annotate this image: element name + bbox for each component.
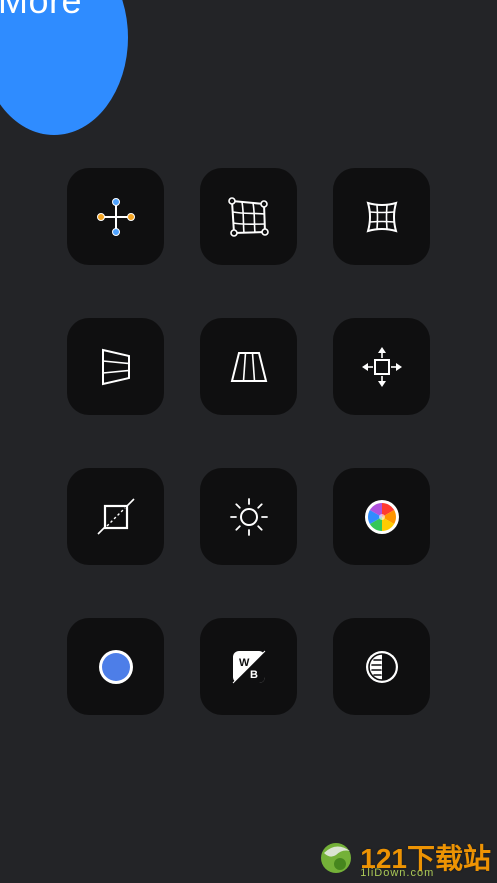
mesh-warp-icon — [227, 196, 269, 237]
watermark-globe-icon — [321, 843, 352, 873]
tool-perspective-vertical[interactable] — [67, 318, 164, 415]
tool-grid-warp[interactable] — [333, 168, 430, 265]
tool-color[interactable] — [333, 468, 430, 565]
perspective-vertical-icon — [101, 348, 130, 385]
contrast-icon — [365, 650, 398, 683]
move-arrows-icon — [361, 346, 402, 387]
more-button[interactable]: More — [0, 0, 128, 135]
tool-brightness[interactable] — [200, 468, 297, 565]
color-wheel-icon — [364, 499, 399, 534]
tool-move-points[interactable] — [67, 168, 164, 265]
watermark-domain: 1liDown.com — [360, 867, 435, 879]
white-balance-icon: W B — [232, 650, 265, 683]
tool-color-fill[interactable] — [67, 618, 164, 715]
perspective-horizontal-icon — [230, 351, 267, 382]
tool-perspective-horizontal[interactable] — [200, 318, 297, 415]
crop-icon — [96, 497, 135, 535]
tool-contrast[interactable] — [333, 618, 430, 715]
brightness-icon — [229, 497, 268, 536]
tool-mesh-warp[interactable] — [200, 168, 297, 265]
grid-warp-icon — [366, 201, 397, 232]
move-points-icon — [96, 197, 135, 236]
watermark-logo: 121下载站 1liDown.com — [316, 837, 491, 879]
tool-white-balance[interactable]: W B — [200, 618, 297, 715]
color-fill-icon — [98, 649, 133, 684]
tool-crop[interactable] — [67, 468, 164, 565]
more-label: More — [0, 0, 83, 21]
white-balance-w: W — [239, 657, 250, 669]
tool-move[interactable] — [333, 318, 430, 415]
white-balance-b: B — [250, 669, 258, 681]
